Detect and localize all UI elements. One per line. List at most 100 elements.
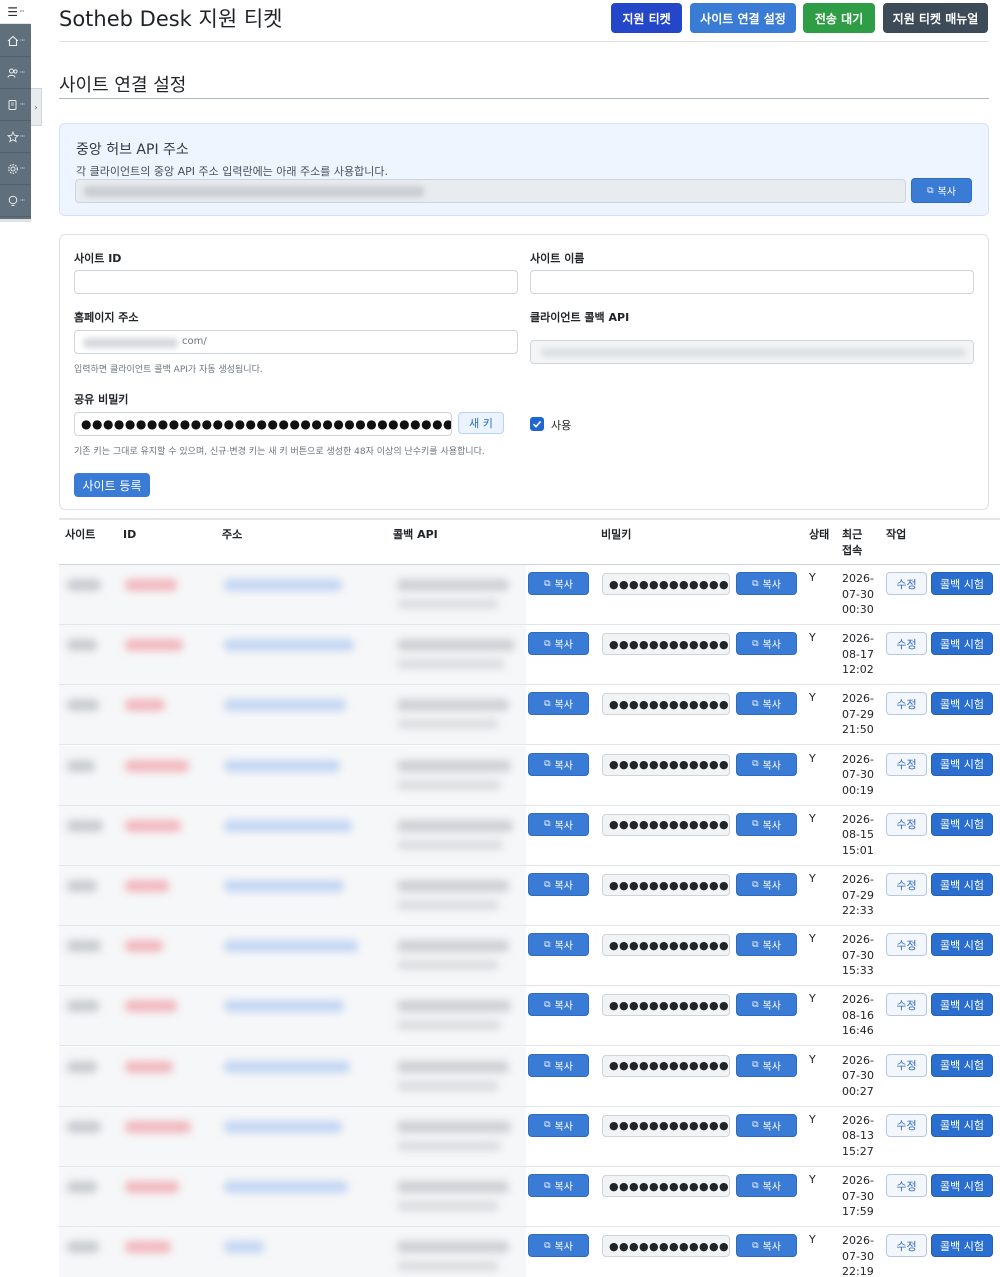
sidebar-item-documents[interactable]: ···	[0, 89, 31, 121]
hub-copy-button[interactable]: ⧉ 복사	[911, 178, 972, 203]
menu-icon[interactable]: ☰ ···	[0, 0, 31, 24]
edit-button[interactable]: 수정	[886, 873, 927, 896]
last-access-time: 00:27	[842, 1084, 874, 1098]
edit-button[interactable]: 수정	[886, 933, 927, 957]
secret-field[interactable]: ●●●●●●●●●●●●	[602, 573, 730, 595]
sidebar-item-favorites[interactable]: ···	[0, 121, 31, 153]
secret-copy-button[interactable]: ⧉ 복사	[736, 692, 797, 716]
redacted-callback	[397, 639, 515, 652]
edit-button[interactable]: 수정	[886, 993, 927, 1017]
secret-field[interactable]: ●●●●●●●●●●●●	[602, 633, 730, 656]
secret-copy-button[interactable]: ⧉ 복사	[736, 752, 797, 776]
callback-test-button[interactable]: 콜백 시험	[931, 812, 993, 836]
edit-button[interactable]: 수정	[886, 1234, 927, 1258]
callback-copy-button[interactable]: ⧉ 복사	[528, 812, 589, 836]
callback-test-button[interactable]: 콜백 시험	[931, 1053, 993, 1077]
sidebar-item-settings[interactable]: ···	[0, 153, 31, 185]
copy-icon: ⧉	[544, 939, 551, 950]
callback-copy-button[interactable]: ⧉ 복사	[528, 1234, 589, 1258]
callback-copy-button[interactable]: ⧉ 복사	[528, 632, 589, 656]
copy-icon: ⧉	[544, 638, 551, 649]
last-access-time: 15:01	[842, 843, 874, 857]
secret-copy-button[interactable]: ⧉ 복사	[736, 1234, 797, 1258]
col-callback: 콜백 API	[393, 528, 438, 541]
last-access-time: 16:46	[842, 1024, 874, 1038]
callback-copy-button[interactable]: ⧉ 복사	[528, 1053, 589, 1077]
copy-icon: ⧉	[544, 819, 551, 830]
callback-api-input[interactable]	[530, 340, 974, 364]
secret-field[interactable]: ●●●●●●●●●●●●	[602, 1175, 730, 1197]
secret-copy-button[interactable]: ⧉ 복사	[736, 632, 797, 656]
redacted-callback-2	[397, 1261, 499, 1272]
redacted-callback	[397, 579, 509, 591]
edit-button[interactable]: 수정	[886, 812, 927, 836]
callback-copy-button[interactable]: ⧉ 복사	[528, 692, 589, 716]
register-site-button[interactable]: 사이트 등록	[74, 473, 150, 497]
nav-button-site-settings[interactable]: 사이트 연결 설정	[690, 3, 796, 33]
secret-field[interactable]: ●●●●●●●●●●●●	[602, 693, 730, 716]
hub-api-field[interactable]	[75, 179, 906, 203]
callback-test-button[interactable]: 콜백 시험	[931, 933, 993, 957]
secret-copy-button[interactable]: ⧉ 복사	[736, 1053, 797, 1077]
callback-copy-button[interactable]: ⧉ 복사	[528, 933, 589, 957]
callback-copy-button[interactable]: ⧉ 복사	[528, 993, 589, 1017]
secret-field[interactable]: ●●●●●●●●●●●●	[602, 753, 730, 776]
site-name-input[interactable]	[530, 270, 974, 294]
secret-field[interactable]: ●●●●●●●●●●●●	[602, 994, 730, 1017]
last-access: 2026- 07-30 15:33	[842, 932, 874, 979]
enabled-checkbox[interactable]	[530, 417, 544, 431]
callback-test-button[interactable]: 콜백 시험	[931, 1113, 993, 1137]
secret-field[interactable]: ●●●●●●●●●●●●	[602, 813, 730, 836]
secret-field[interactable]: ●●●●●●●●●●●●	[602, 874, 730, 896]
edit-button[interactable]: 수정	[886, 632, 927, 656]
callback-copy-button[interactable]: ⧉ 복사	[528, 752, 589, 776]
callback-test-button[interactable]: 콜백 시험	[931, 572, 993, 595]
callback-test-button[interactable]: 콜백 시험	[931, 752, 993, 776]
sidebar-item-users[interactable]: ···	[0, 57, 31, 89]
redacted-callback	[397, 1181, 509, 1193]
secret-field[interactable]: ●●●●●●●●●●●●	[602, 1054, 730, 1077]
secret-field[interactable]: ●●●●●●●●●●●●	[602, 934, 730, 957]
callback-test-button[interactable]: 콜백 시험	[931, 1174, 993, 1197]
secret-input[interactable]: ●●●●●●●●●●●●●●●●●●●●●●●●●●●●●●●●●●●●●●●●…	[74, 412, 452, 436]
callback-copy-button[interactable]: ⧉ 복사	[528, 1174, 589, 1197]
secret-field[interactable]: ●●●●●●●●●●●●	[602, 1235, 730, 1258]
secret-copy-button[interactable]: ⧉ 복사	[736, 1174, 797, 1197]
secret-field[interactable]: ●●●●●●●●●●●●	[602, 1114, 730, 1137]
last-access: 2026- 08-13 15:27	[842, 1113, 874, 1160]
secret-copy-button[interactable]: ⧉ 복사	[736, 1113, 797, 1137]
nav-button-tickets[interactable]: 지원 티켓	[611, 3, 682, 33]
sidebar-item-home[interactable]: ···	[0, 25, 31, 57]
copy-icon: ⧉	[544, 578, 551, 589]
sidebar-item-help[interactable]: ···	[0, 185, 31, 217]
copy-label: 복사	[762, 820, 781, 832]
edit-button[interactable]: 수정	[886, 1053, 927, 1077]
callback-test-button[interactable]: 콜백 시험	[931, 993, 993, 1017]
callback-copy-button[interactable]: ⧉ 복사	[528, 873, 589, 896]
new-key-button[interactable]: 새 키	[458, 412, 504, 434]
homepage-input[interactable]: com/	[74, 330, 518, 354]
secret-copy-button[interactable]: ⧉ 복사	[736, 933, 797, 957]
nav-button-send-queue[interactable]: 전송 대기	[803, 3, 875, 33]
callback-test-button[interactable]: 콜백 시험	[931, 873, 993, 896]
site-id-input[interactable]	[74, 270, 518, 294]
edit-button[interactable]: 수정	[886, 572, 927, 595]
callback-test-button[interactable]: 콜백 시험	[931, 692, 993, 716]
edit-button[interactable]: 수정	[886, 1174, 927, 1197]
secret-copy-button[interactable]: ⧉ 복사	[736, 812, 797, 836]
callback-copy-button[interactable]: ⧉ 복사	[528, 1113, 589, 1137]
callback-test-button[interactable]: 콜백 시험	[931, 1234, 993, 1258]
callback-copy-button[interactable]: ⧉ 복사	[528, 572, 589, 595]
secret-copy-button[interactable]: ⧉ 복사	[736, 993, 797, 1017]
table-row: ⧉ 복사 ●●●●●●●●●●●● ⧉ 복사 Y 2026- 08-13 15:27 수정 콜백 시…	[59, 1106, 1000, 1167]
edit-button[interactable]: 수정	[886, 1113, 927, 1137]
secret-copy-button[interactable]: ⧉ 복사	[736, 572, 797, 595]
callback-test-button[interactable]: 콜백 시험	[931, 632, 993, 656]
gear-icon	[7, 163, 19, 175]
sidebar-toggle[interactable]: ›	[31, 88, 42, 126]
secret-copy-button[interactable]: ⧉ 복사	[736, 873, 797, 896]
edit-button[interactable]: 수정	[886, 692, 927, 716]
nav-button-manual[interactable]: 지원 티켓 매뉴얼	[883, 3, 988, 33]
edit-button[interactable]: 수정	[886, 752, 927, 776]
col-address: 주소	[222, 528, 243, 541]
